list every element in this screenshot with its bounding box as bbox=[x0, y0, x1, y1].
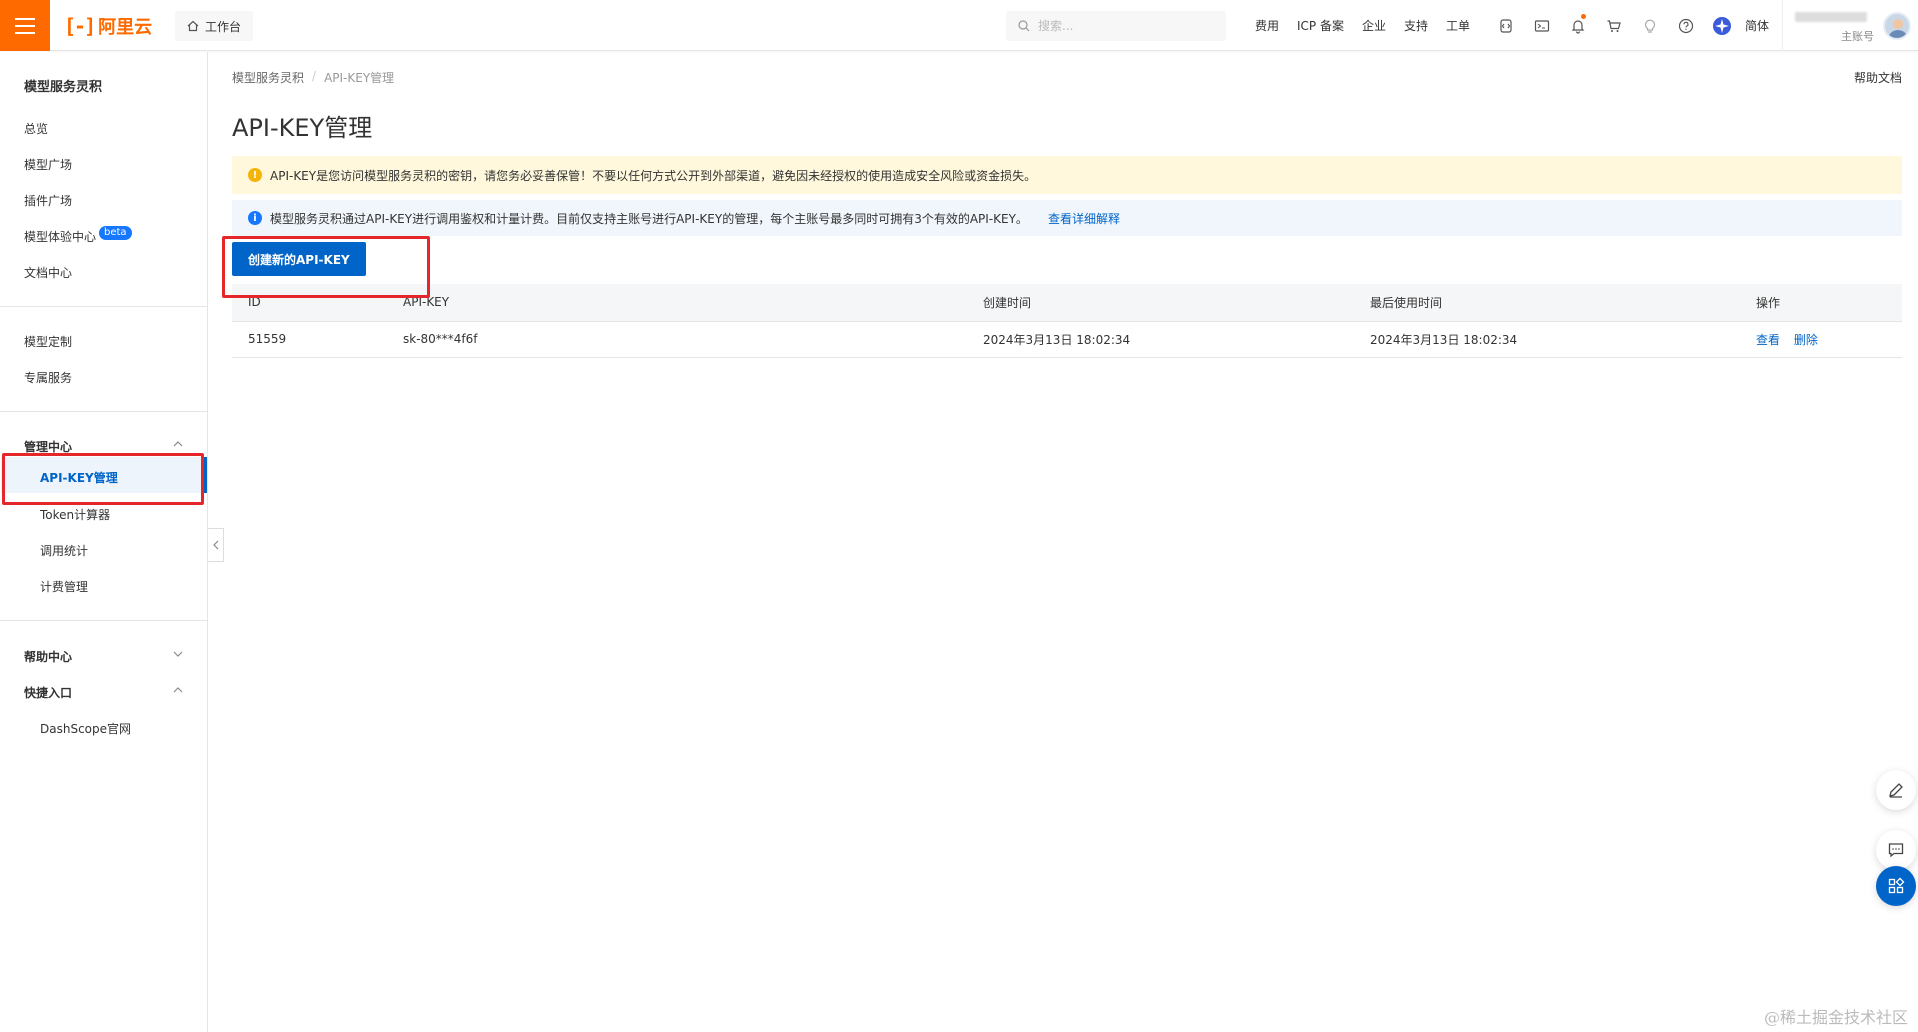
logo-text: 阿里云 bbox=[98, 17, 153, 38]
sidebar-item-dashscope[interactable]: DashScope官网 bbox=[40, 720, 131, 737]
sidebar-divider bbox=[0, 411, 207, 412]
cell-id: 51559 bbox=[232, 321, 387, 358]
help-icon[interactable] bbox=[1668, 0, 1704, 51]
info-detail-link[interactable]: 查看详细解释 bbox=[1048, 210, 1120, 227]
sidebar-item-model-square[interactable]: 模型广场 bbox=[24, 156, 72, 173]
info-notice: i 模型服务灵积通过API-KEY进行调用鉴权和计量计费。目前仅支持主账号进行A… bbox=[232, 200, 1902, 236]
column-header-last-used: 最后使用时间 bbox=[1354, 284, 1740, 322]
breadcrumb-separator: / bbox=[312, 69, 317, 83]
sidebar-group-label: 帮助中心 bbox=[24, 650, 73, 664]
edit-icon bbox=[1889, 783, 1903, 798]
column-header-id: ID bbox=[232, 284, 387, 322]
warning-notice: ! API-KEY是您访问模型服务灵积的密钥，请您务必妥善保管！不要以任何方式公… bbox=[232, 156, 1902, 194]
sidebar: 模型服务灵积 总览 模型广场 插件广场 模型体验中心 beta 文档中心 模型定制… bbox=[0, 52, 208, 1032]
sidebar-group-label: 快捷入口 bbox=[24, 686, 73, 700]
chat-icon bbox=[1888, 843, 1904, 858]
page-title: API-KEY管理 bbox=[232, 114, 373, 142]
sidebar-divider bbox=[0, 306, 207, 307]
info-icon: i bbox=[248, 211, 262, 225]
aliyun-logo[interactable]: [-] 阿里云 bbox=[64, 13, 152, 39]
table-row: 51559 sk-80***4f6f 2024年3月13日 18:02:34 2… bbox=[232, 321, 1902, 358]
terminal-icon[interactable] bbox=[1524, 0, 1560, 51]
sidebar-collapse-button[interactable] bbox=[208, 528, 224, 562]
avatar[interactable] bbox=[1883, 12, 1911, 40]
apps-button[interactable] bbox=[1876, 866, 1916, 906]
sidebar-item-token-calc[interactable]: Token计算器 bbox=[40, 506, 110, 523]
breadcrumb: 模型服务灵积 / API-KEY管理 bbox=[232, 69, 394, 86]
view-button[interactable]: 查看 bbox=[1756, 333, 1780, 347]
feedback-edit-button[interactable] bbox=[1876, 770, 1916, 810]
nav-billing[interactable]: 费用 bbox=[1246, 17, 1288, 34]
chevron-up-icon bbox=[173, 687, 183, 693]
sidebar-group-quick[interactable]: 快捷入口 bbox=[24, 684, 184, 701]
help-doc-link[interactable]: 帮助文档 bbox=[1854, 69, 1902, 86]
account-area[interactable]: 主账号 bbox=[1782, 0, 1918, 51]
logo-mark-icon: [-] bbox=[64, 14, 96, 38]
search-input[interactable] bbox=[1038, 19, 1208, 33]
column-header-created: 创建时间 bbox=[967, 284, 1354, 322]
search-icon bbox=[1018, 20, 1030, 32]
apps-icon bbox=[1888, 877, 1905, 894]
workbench-button[interactable]: 工作台 bbox=[175, 11, 254, 41]
column-header-actions: 操作 bbox=[1740, 284, 1902, 322]
sidebar-item-usage-stats[interactable]: 调用统计 bbox=[40, 542, 88, 559]
sidebar-group-help[interactable]: 帮助中心 bbox=[24, 648, 184, 665]
chevron-down-icon bbox=[173, 651, 183, 657]
nav-ticket[interactable]: 工单 bbox=[1437, 17, 1479, 34]
create-api-key-button[interactable]: 创建新的API-KEY bbox=[232, 242, 366, 276]
globe-icon[interactable] bbox=[1704, 0, 1740, 51]
hamburger-menu-button[interactable] bbox=[0, 0, 50, 51]
breadcrumb-root[interactable]: 模型服务灵积 bbox=[232, 69, 304, 86]
notification-dot bbox=[1581, 14, 1586, 19]
chevron-up-icon bbox=[173, 441, 183, 447]
warning-icon: ! bbox=[248, 168, 262, 182]
sidebar-group-label: 管理中心 bbox=[24, 440, 73, 454]
api-key-table: ID API-KEY 创建时间 最后使用时间 操作 51559 sk-80***… bbox=[232, 284, 1902, 358]
code-icon[interactable] bbox=[1488, 0, 1524, 51]
sidebar-item-api-key[interactable]: API-KEY管理 bbox=[40, 469, 118, 486]
cell-actions: 查看 删除 bbox=[1740, 321, 1902, 358]
watermark: @稀土掘金技术社区 bbox=[1763, 1008, 1908, 1027]
cell-created: 2024年3月13日 18:02:34 bbox=[967, 321, 1354, 358]
breadcrumb-current: API-KEY管理 bbox=[324, 71, 395, 85]
sidebar-group-manage[interactable]: 管理中心 bbox=[24, 438, 184, 455]
sidebar-item-model-experience[interactable]: 模型体验中心 beta bbox=[24, 226, 132, 246]
sidebar-title: 模型服务灵积 bbox=[24, 80, 103, 95]
cell-api-key: sk-80***4f6f bbox=[387, 321, 967, 358]
sidebar-divider bbox=[0, 620, 207, 621]
nav-icp[interactable]: ICP 备案 bbox=[1288, 17, 1353, 34]
beta-badge: beta bbox=[99, 226, 132, 240]
table-header-row: ID API-KEY 创建时间 最后使用时间 操作 bbox=[232, 284, 1902, 322]
warning-text: API-KEY是您访问模型服务灵积的密钥，请您务必妥善保管！不要以任何方式公开到… bbox=[270, 168, 1037, 183]
chat-button[interactable] bbox=[1876, 830, 1916, 870]
top-nav-icons bbox=[1488, 0, 1740, 51]
sidebar-item-overview[interactable]: 总览 bbox=[24, 120, 48, 137]
top-bar: [-] 阿里云 工作台 费用 ICP 备案 企业 支持 工单 简体 主账号 bbox=[0, 0, 1918, 51]
sidebar-item-billing[interactable]: 计费管理 bbox=[40, 578, 88, 595]
search-box[interactable] bbox=[1006, 11, 1226, 41]
sidebar-item-plugin-square[interactable]: 插件广场 bbox=[24, 192, 72, 209]
nav-support[interactable]: 支持 bbox=[1395, 17, 1437, 34]
bulb-icon[interactable] bbox=[1632, 0, 1668, 51]
top-nav-links: 费用 ICP 备案 企业 支持 工单 bbox=[1246, 0, 1479, 51]
info-text: 模型服务灵积通过API-KEY进行调用鉴权和计量计费。目前仅支持主账号进行API… bbox=[270, 211, 1028, 226]
sidebar-item-dedicated[interactable]: 专属服务 bbox=[24, 369, 72, 386]
account-type: 主账号 bbox=[1841, 30, 1874, 43]
cell-last-used: 2024年3月13日 18:02:34 bbox=[1354, 321, 1740, 358]
sidebar-item-docs[interactable]: 文档中心 bbox=[24, 264, 72, 281]
language-switch[interactable]: 简体 bbox=[1745, 17, 1769, 34]
home-icon bbox=[187, 20, 199, 32]
sidebar-item-model-custom[interactable]: 模型定制 bbox=[24, 333, 72, 350]
sidebar-item-label: 模型体验中心 bbox=[24, 230, 97, 244]
nav-enterprise[interactable]: 企业 bbox=[1353, 17, 1395, 34]
chevron-left-icon bbox=[212, 540, 218, 550]
account-name-blurred bbox=[1795, 12, 1867, 22]
delete-button[interactable]: 删除 bbox=[1794, 333, 1818, 347]
column-header-api-key: API-KEY bbox=[387, 284, 967, 322]
bell-icon[interactable] bbox=[1560, 0, 1596, 51]
cart-icon[interactable] bbox=[1596, 0, 1632, 51]
workbench-label: 工作台 bbox=[205, 19, 242, 34]
